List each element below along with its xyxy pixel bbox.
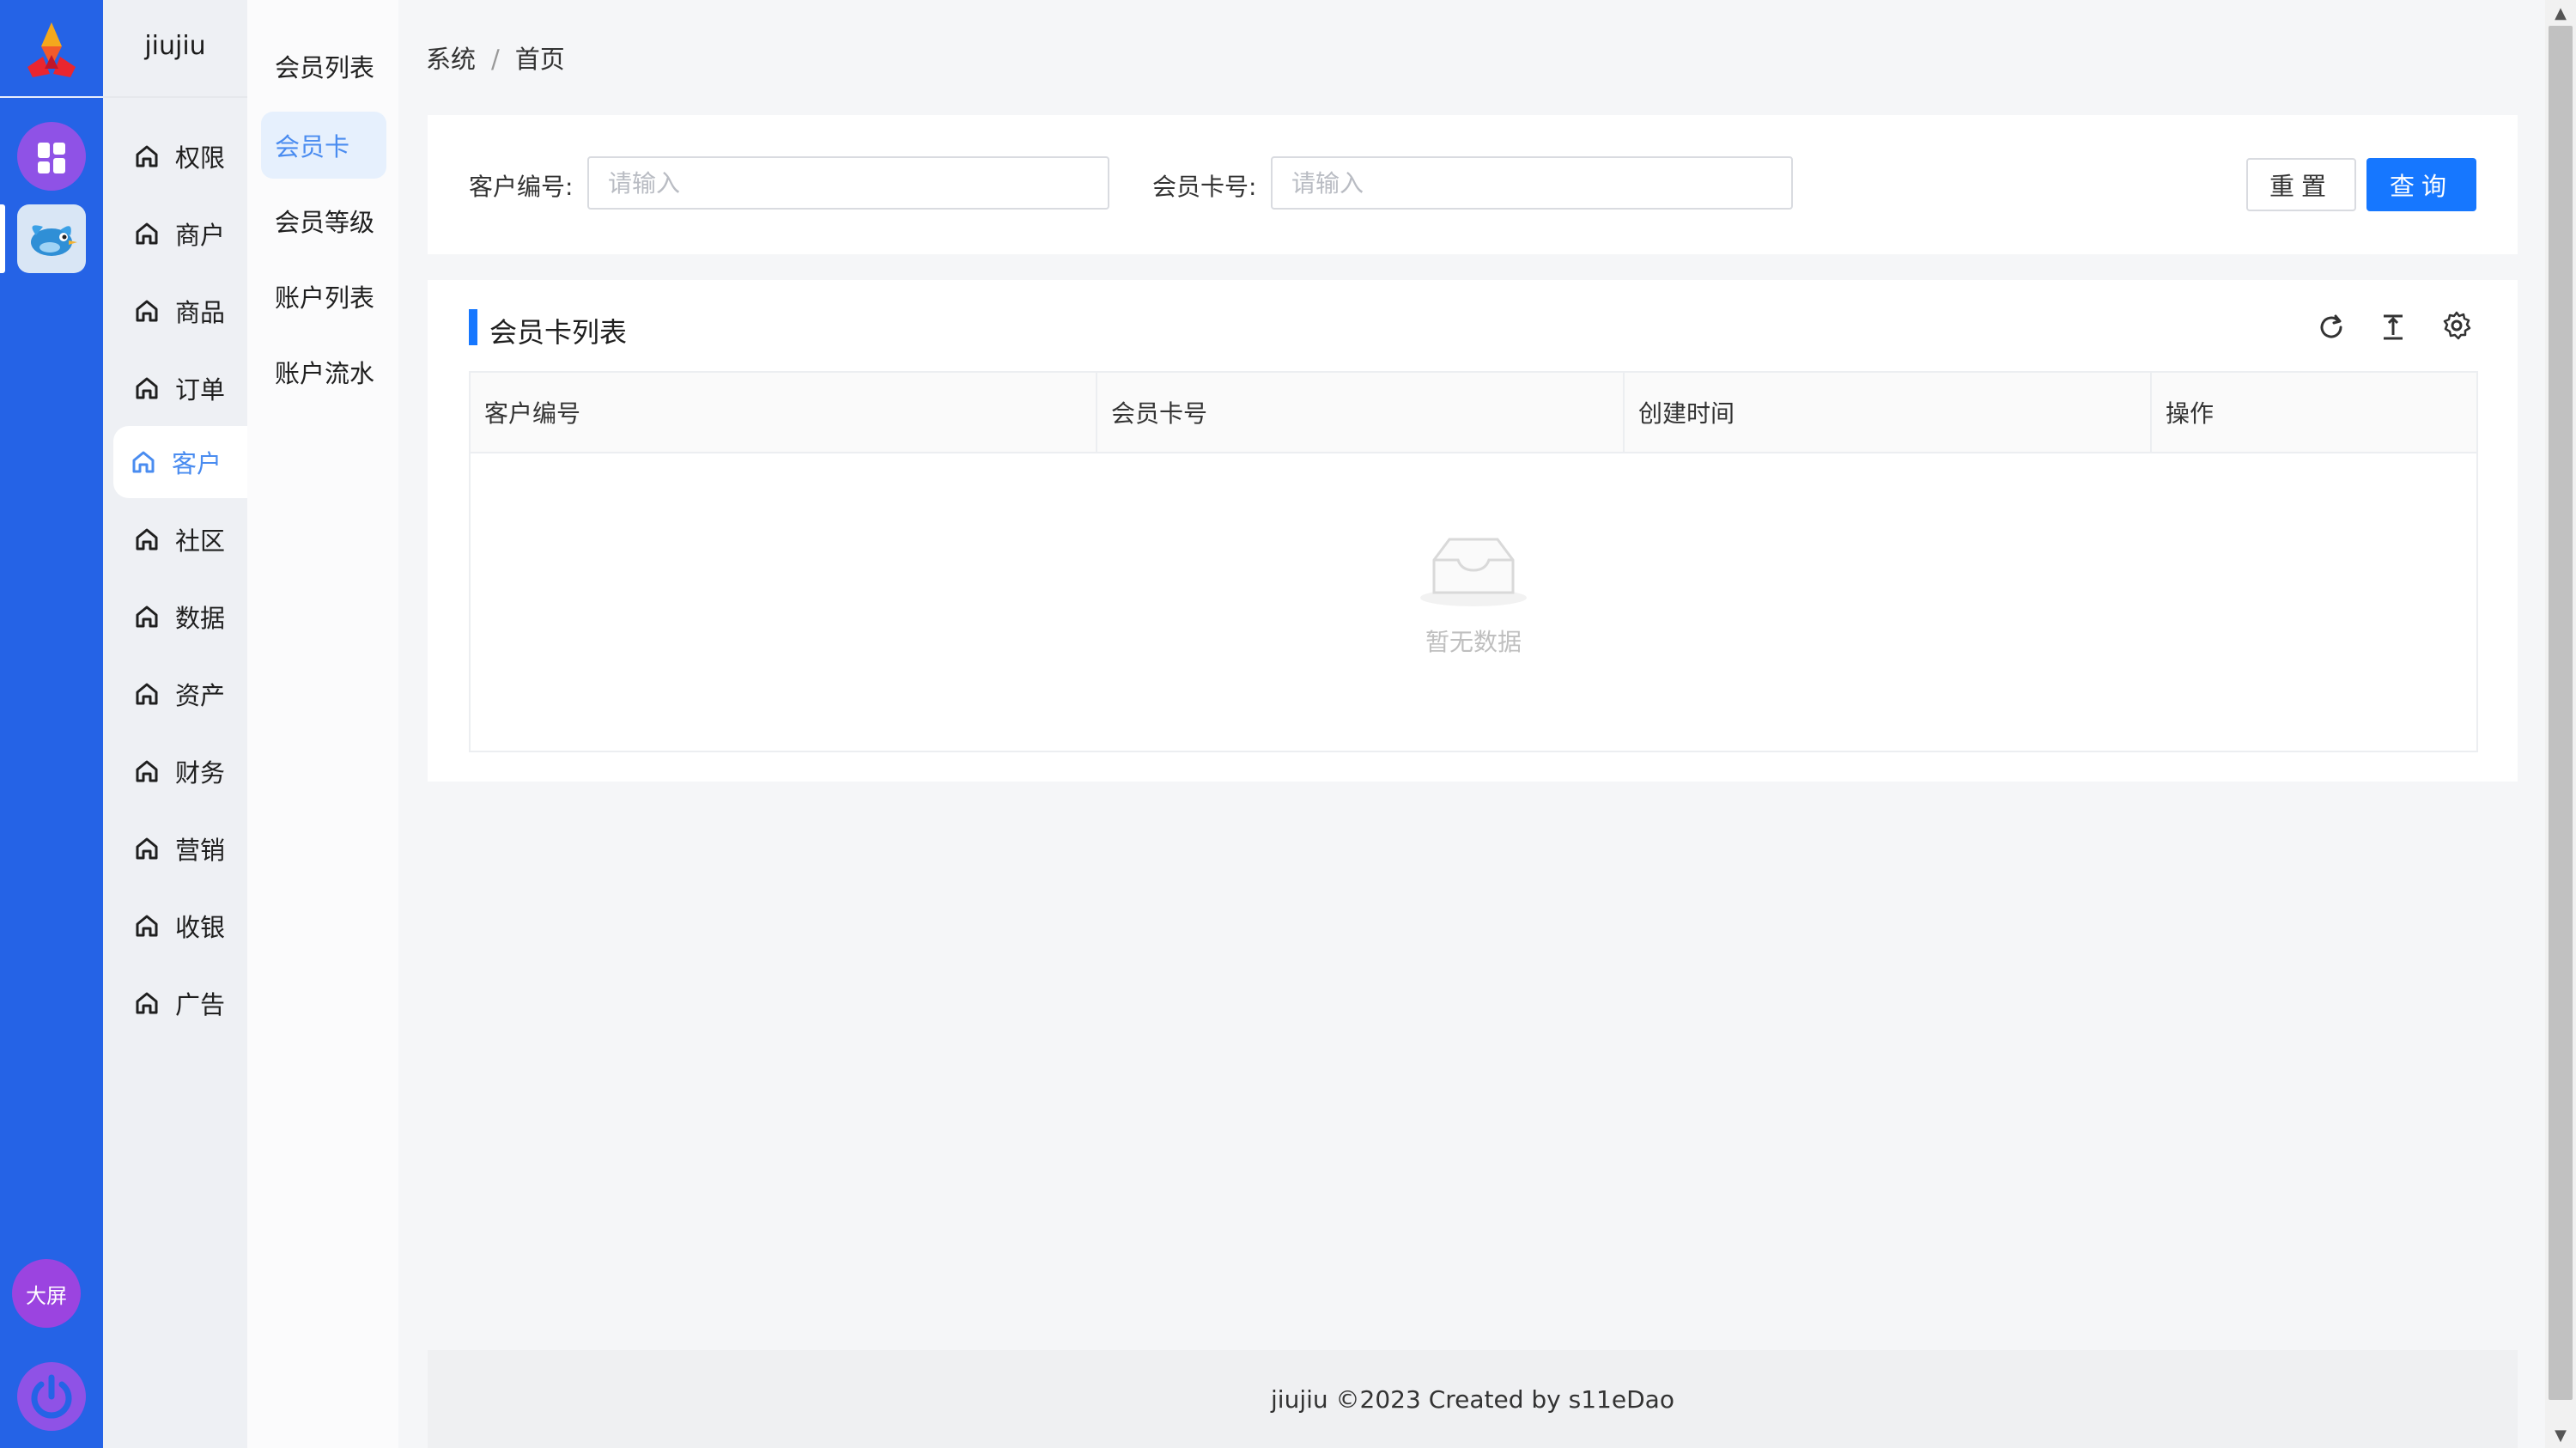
primary-menu-item[interactable]: 商品 bbox=[117, 275, 247, 347]
bird-icon bbox=[31, 225, 77, 256]
refresh-icon[interactable] bbox=[2315, 311, 2348, 344]
empty-state: 暂无数据 bbox=[471, 452, 2476, 751]
column-header-customer-no[interactable]: 客户编号 bbox=[471, 373, 1096, 452]
home-icon bbox=[136, 145, 158, 167]
brand-divider bbox=[103, 96, 247, 98]
primary-menu-item[interactable]: 客户 bbox=[113, 426, 247, 498]
primary-menu-item[interactable]: 广告 bbox=[117, 967, 247, 1039]
app-logo-icon[interactable] bbox=[17, 17, 86, 86]
settings-icon[interactable] bbox=[2440, 309, 2473, 342]
primary-menu-label: 营销 bbox=[175, 836, 226, 865]
primary-menu-item[interactable]: 权限 bbox=[117, 120, 247, 192]
home-icon bbox=[136, 605, 158, 628]
primary-menu-label: 财务 bbox=[175, 758, 226, 788]
home-icon bbox=[136, 760, 158, 782]
empty-text: 暂无数据 bbox=[1425, 628, 1522, 656]
column-header-created-time[interactable]: 创建时间 bbox=[1623, 373, 2150, 452]
home-icon bbox=[136, 300, 158, 322]
member-card-table: 客户编号 会员卡号 创建时间 操作 暂无数据 bbox=[469, 371, 2478, 752]
primary-menu-item[interactable]: 订单 bbox=[117, 352, 247, 424]
primary-menu-label: 权限 bbox=[175, 143, 226, 173]
customer-no-label: 客户编号: bbox=[469, 173, 574, 201]
footer-text: jiujiu ©2023 Created by s11eDao bbox=[1271, 1384, 1674, 1414]
search-form: 客户编号: 会员卡号: 重置 查询 bbox=[428, 115, 2518, 254]
app-rail: 大屏 bbox=[0, 0, 103, 1448]
column-height-icon[interactable] bbox=[2377, 311, 2409, 344]
card-no-label: 会员卡号: bbox=[1152, 173, 1257, 201]
primary-menu-item[interactable]: 商户 bbox=[117, 198, 247, 270]
primary-menu-item[interactable]: 资产 bbox=[117, 658, 247, 730]
primary-menu-label: 客户 bbox=[172, 449, 222, 478]
home-icon bbox=[136, 837, 158, 860]
home-icon bbox=[136, 915, 158, 937]
title-accent-bar bbox=[469, 309, 477, 345]
home-icon bbox=[136, 683, 158, 705]
primary-menu-label: 社区 bbox=[175, 526, 226, 556]
secondary-menu-item[interactable]: 账户流水 bbox=[261, 338, 386, 405]
query-button[interactable]: 查询 bbox=[2366, 158, 2476, 211]
primary-menu-label: 数据 bbox=[175, 604, 226, 633]
page-scrollbar[interactable]: ▲ ▼ bbox=[2545, 0, 2576, 1448]
secondary-menu-item[interactable]: 会员等级 bbox=[261, 187, 386, 254]
empty-inbox-icon bbox=[1420, 538, 1527, 606]
primary-menu-item[interactable]: 数据 bbox=[117, 581, 247, 653]
rail-divider bbox=[0, 96, 103, 98]
card-no-input[interactable] bbox=[1271, 156, 1793, 210]
breadcrumb: 系统 / 首页 bbox=[426, 40, 565, 76]
primary-menu-item[interactable]: 财务 bbox=[117, 735, 247, 807]
breadcrumb-item-system[interactable]: 系统 bbox=[426, 45, 476, 74]
home-icon bbox=[136, 222, 158, 245]
primary-menu: jiujiu 权限商户商品订单客户社区数据资产财务营销收银广告 bbox=[103, 0, 247, 1448]
reset-button[interactable]: 重置 bbox=[2246, 158, 2356, 211]
rail-active-indicator bbox=[0, 204, 5, 273]
grid-icon-cell bbox=[53, 158, 65, 173]
big-screen-button[interactable]: 大屏 bbox=[12, 1259, 81, 1328]
secondary-menu-item[interactable]: 会员卡 bbox=[261, 112, 386, 179]
column-header-actions[interactable]: 操作 bbox=[2150, 373, 2476, 452]
secondary-menu-item[interactable]: 账户列表 bbox=[261, 263, 386, 330]
power-icon bbox=[31, 1374, 72, 1419]
primary-menu-label: 订单 bbox=[175, 375, 226, 405]
scroll-down-arrow-icon[interactable]: ▼ bbox=[2545, 1422, 2576, 1448]
breadcrumb-item-home: 首页 bbox=[514, 45, 565, 74]
grid-icon-cell bbox=[53, 143, 65, 155]
customer-no-input[interactable] bbox=[587, 156, 1109, 210]
home-icon bbox=[136, 528, 158, 551]
footer: jiujiu ©2023 Created by s11eDao bbox=[428, 1350, 2518, 1448]
primary-menu-label: 商品 bbox=[175, 298, 226, 327]
home-icon bbox=[136, 992, 158, 1014]
home-icon bbox=[136, 377, 158, 399]
power-button[interactable] bbox=[17, 1362, 86, 1431]
primary-menu-label: 商户 bbox=[175, 221, 226, 250]
scroll-up-arrow-icon[interactable]: ▲ bbox=[2545, 0, 2576, 26]
bird-app-button[interactable] bbox=[17, 204, 86, 273]
home-icon bbox=[132, 451, 155, 473]
dashboard-app-button[interactable] bbox=[17, 122, 86, 191]
primary-menu-item[interactable]: 社区 bbox=[117, 503, 247, 575]
table-title: 会员卡列表 bbox=[489, 316, 628, 349]
member-card-table-panel: 会员卡列表 客户编号 会员卡号 创建时间 操作 暂无数据 bbox=[428, 280, 2518, 782]
grid-icon bbox=[38, 143, 50, 158]
primary-menu-label: 收银 bbox=[175, 913, 226, 942]
secondary-menu-item[interactable]: 会员列表 bbox=[261, 33, 386, 100]
scrollbar-thumb[interactable] bbox=[2549, 26, 2573, 1400]
primary-menu-item[interactable]: 收银 bbox=[117, 890, 247, 962]
primary-menu-label: 广告 bbox=[175, 990, 226, 1019]
breadcrumb-separator: / bbox=[491, 45, 500, 74]
brand-name: jiujiu bbox=[144, 31, 206, 61]
primary-menu-label: 资产 bbox=[175, 681, 226, 710]
primary-menu-item[interactable]: 营销 bbox=[117, 812, 247, 885]
column-header-card-no[interactable]: 会员卡号 bbox=[1096, 373, 1623, 452]
grid-icon-cell bbox=[38, 161, 50, 173]
table-header: 客户编号 会员卡号 创建时间 操作 bbox=[471, 373, 2476, 453]
secondary-menu: 会员列表会员卡会员等级账户列表账户流水 bbox=[247, 0, 398, 1448]
